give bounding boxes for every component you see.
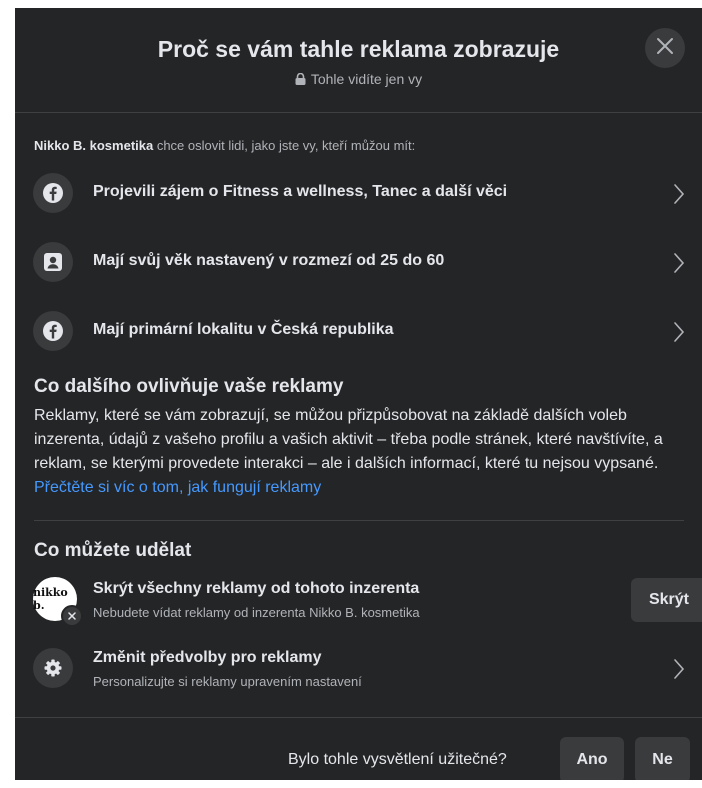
- lock-icon: [295, 72, 306, 88]
- facebook-icon: [33, 173, 73, 213]
- close-badge-icon: [61, 605, 83, 627]
- profile-card-icon: [33, 242, 73, 282]
- dialog-subtitle: Tohle vidíte jen vy: [15, 71, 702, 88]
- feedback-no-button[interactable]: Ne: [635, 737, 690, 780]
- reason-interests[interactable]: Projevili zájem o Fitness a wellness, Ta…: [33, 173, 693, 217]
- reason-label: Projevili zájem o Fitness a wellness, Ta…: [93, 183, 508, 200]
- close-button[interactable]: [645, 28, 685, 68]
- hide-advertiser-row: nikko b. Skrýt všechny reklamy od tohoto…: [33, 577, 702, 629]
- section-divider: [34, 520, 684, 521]
- hide-ads-title: Skrýt všechny reklamy od tohoto inzerent…: [93, 580, 420, 597]
- dialog-title: Proč se vám tahle reklama zobrazuje: [157, 36, 560, 62]
- intro-text: chce oslovit lidi, jako jste vy, kteří m…: [153, 138, 416, 153]
- ad-explanation-dialog: Proč se vám tahle reklama zobrazuje Tohl…: [15, 8, 702, 780]
- chevron-right-icon: [673, 658, 685, 685]
- ad-preferences-subtitle: Personalizujte si reklamy upravením nast…: [93, 674, 362, 689]
- dialog-header: Proč se vám tahle reklama zobrazuje Tohl…: [15, 8, 702, 113]
- targeting-intro: Nikko B. kosmetika chce oslovit lidi, ja…: [34, 138, 415, 153]
- actions-title: Co můžete udělat: [34, 540, 192, 561]
- reason-age[interactable]: Mají svůj věk nastavený v rozmezí od 25 …: [33, 242, 693, 286]
- other-factors-body: Reklamy, které se vám zobrazují, se můžo…: [34, 404, 694, 500]
- reason-location[interactable]: Mají primární lokalitu v Česká republika: [33, 311, 693, 355]
- feedback-yes-button[interactable]: Ano: [560, 737, 624, 780]
- ad-preferences-row[interactable]: Změnit předvolby pro reklamy Personalizu…: [33, 646, 693, 698]
- chevron-right-icon: [673, 321, 685, 348]
- other-factors-title: Co dalšího ovlivňuje vaše reklamy: [34, 376, 344, 397]
- privacy-note: Tohle vidíte jen vy: [310, 71, 423, 87]
- reason-label: Mají svůj věk nastavený v rozmezí od 25 …: [93, 252, 445, 269]
- gear-icon: [33, 648, 73, 688]
- advertiser-avatar: nikko b.: [33, 577, 83, 627]
- feedback-question: Bylo tohle vysvětlení užitečné?: [288, 751, 507, 768]
- chevron-right-icon: [673, 252, 685, 279]
- feedback-footer: Bylo tohle vysvětlení užitečné? Ano Ne: [15, 717, 702, 780]
- advertiser-name: Nikko B. kosmetika: [34, 138, 154, 153]
- learn-more-link[interactable]: Přečtěte si víc o tom, jak fungují rekla…: [34, 479, 321, 496]
- ad-preferences-title: Změnit předvolby pro reklamy: [93, 649, 322, 666]
- close-icon: [656, 37, 674, 60]
- reason-label: Mají primární lokalitu v Česká republika: [93, 321, 394, 338]
- chevron-right-icon: [673, 183, 685, 210]
- hide-button[interactable]: Skrýt: [631, 578, 702, 622]
- facebook-icon: [33, 311, 73, 351]
- hide-ads-subtitle: Nebudete vídat reklamy od inzerenta Nikk…: [93, 605, 420, 620]
- other-factors-text: Reklamy, které se vám zobrazují, se můžo…: [34, 407, 663, 472]
